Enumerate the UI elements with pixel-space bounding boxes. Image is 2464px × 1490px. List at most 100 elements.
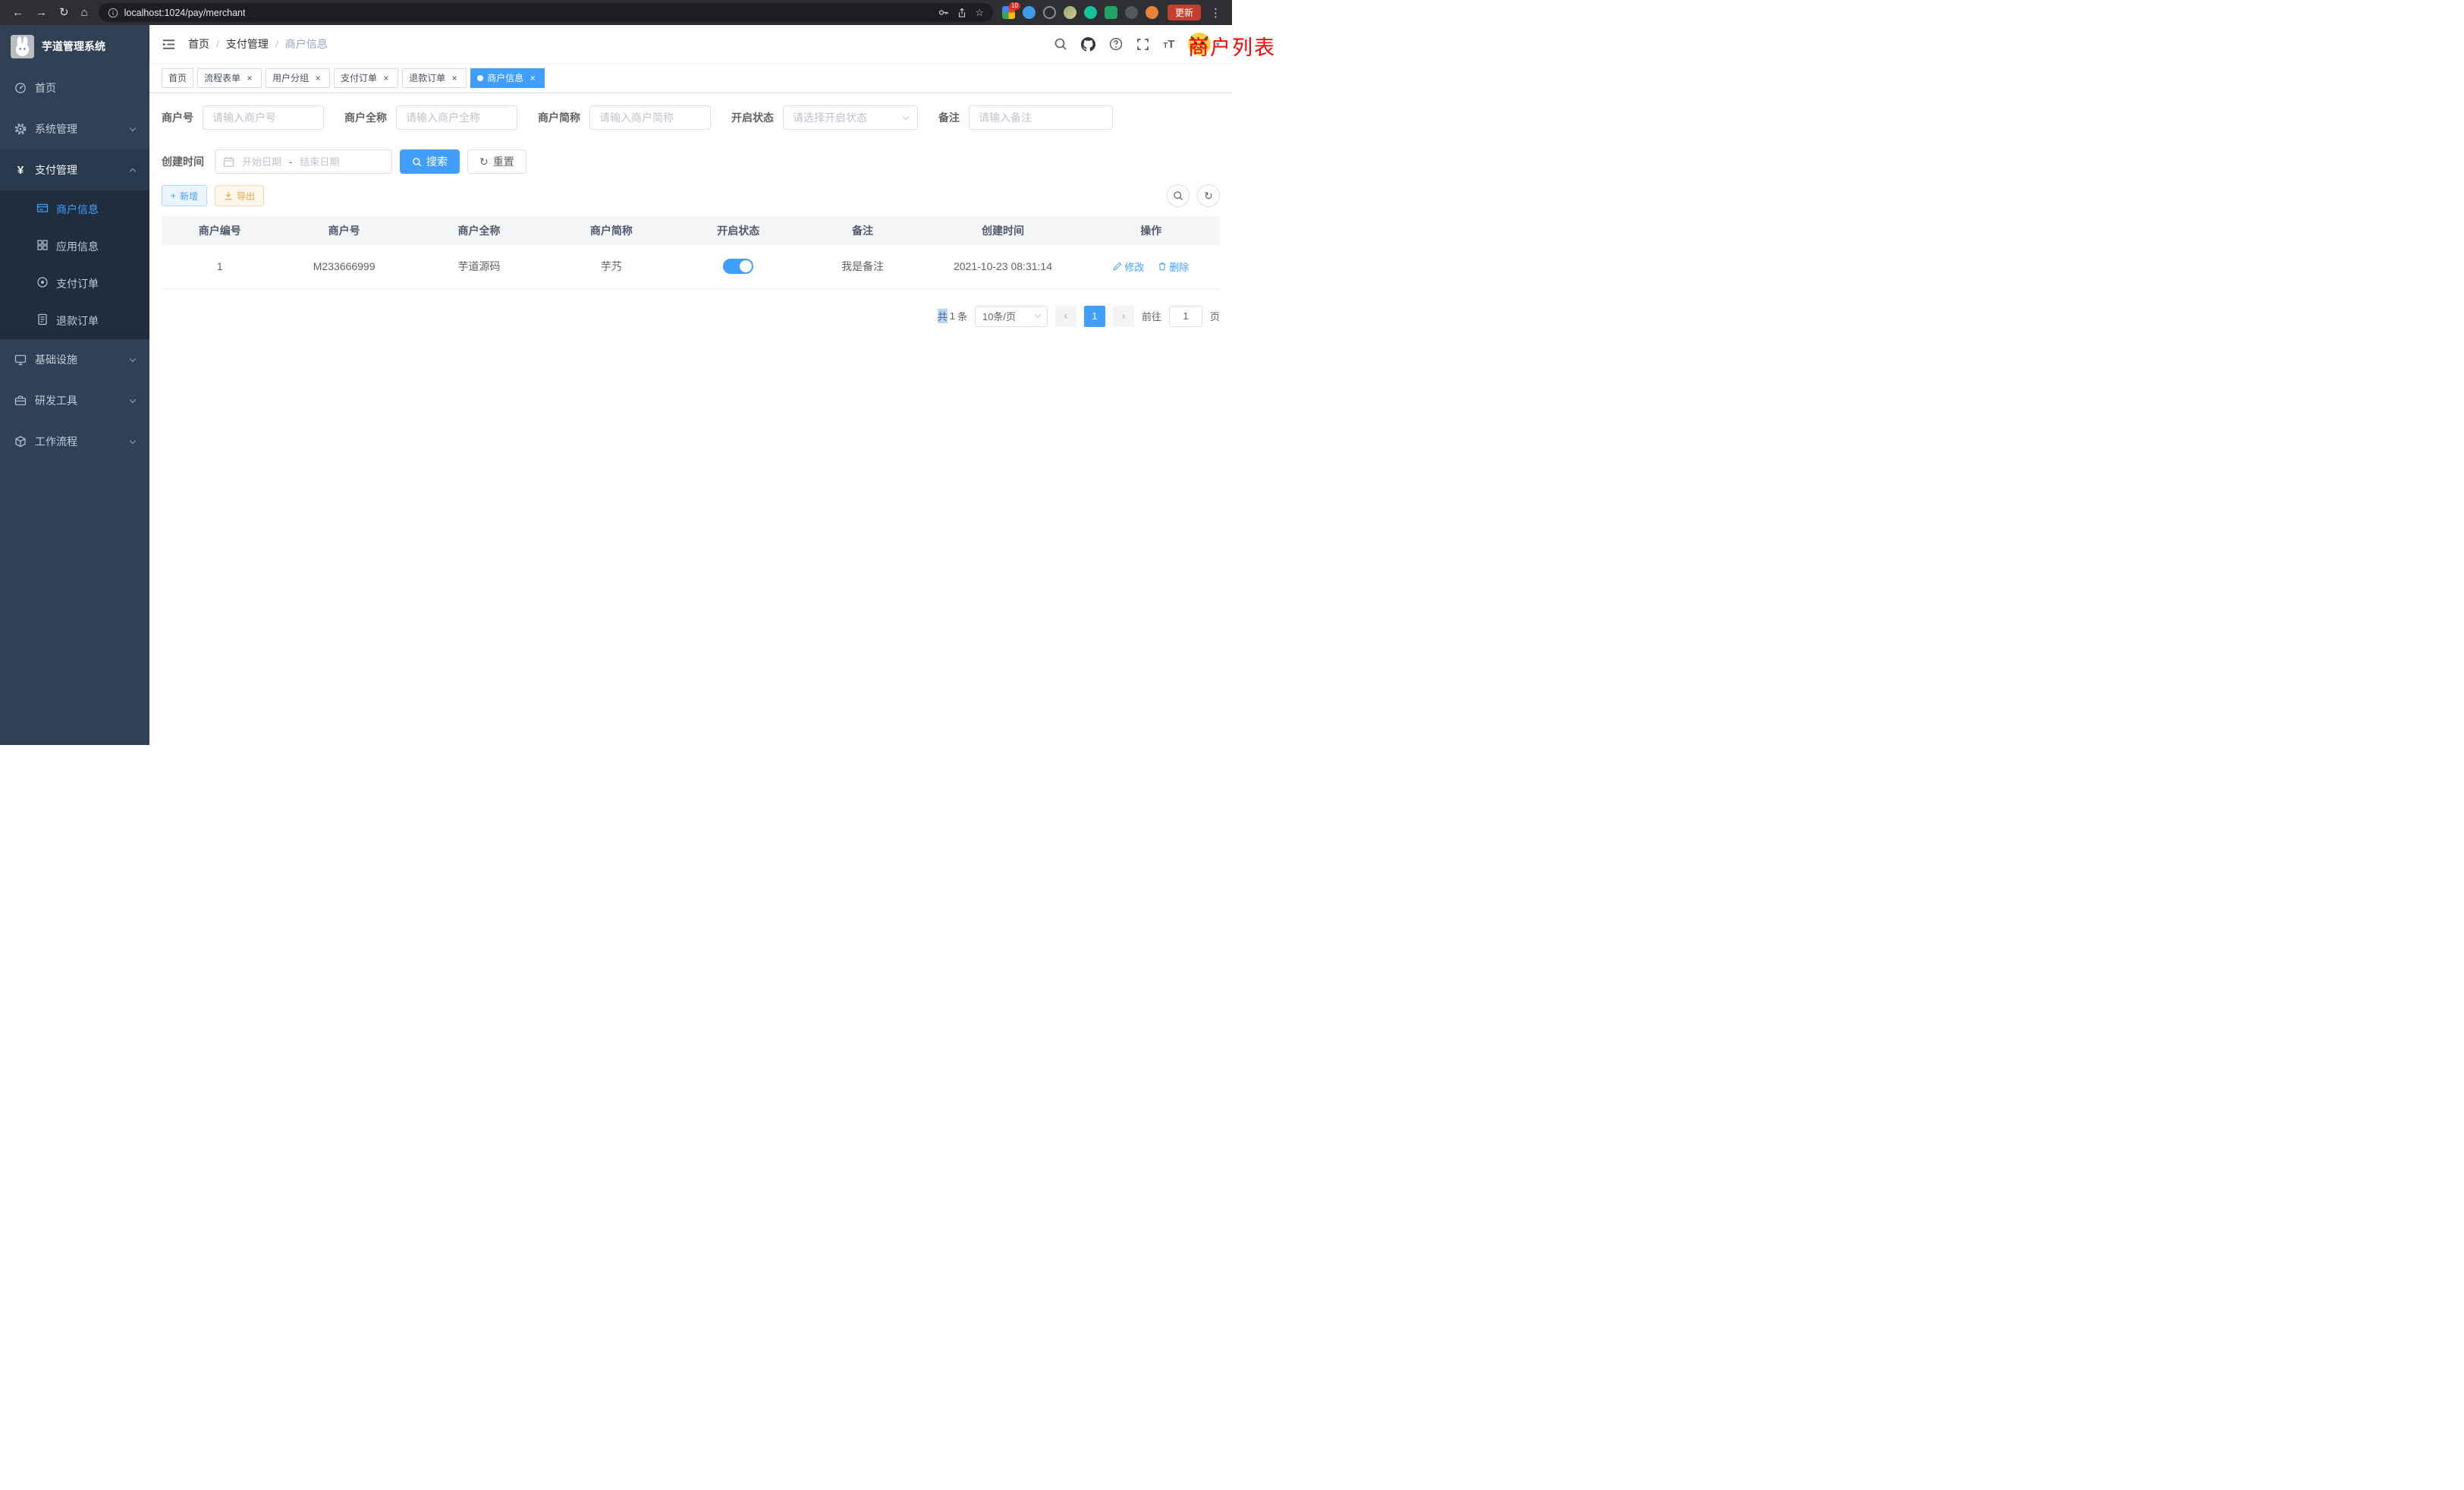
- breadcrumb-item[interactable]: 首页: [188, 36, 209, 52]
- merchant-no-input[interactable]: [203, 105, 324, 130]
- page-number-1[interactable]: 1: [1084, 306, 1105, 327]
- topbar: 首页 / 支付管理 / 商户信息 TT: [149, 25, 1232, 63]
- plus-icon: +: [171, 190, 176, 201]
- tab-merchant-info[interactable]: 商户信息 ×: [470, 68, 545, 88]
- browser-menu-icon[interactable]: ⋮: [1207, 6, 1224, 20]
- reload-icon[interactable]: ↻: [59, 7, 69, 18]
- status-select[interactable]: 请选择开启状态: [783, 105, 918, 130]
- date-start-input[interactable]: [237, 156, 286, 168]
- fullscreen-icon[interactable]: [1136, 38, 1149, 51]
- column-header: 操作: [1083, 216, 1220, 245]
- sidebar-item-system[interactable]: 系统管理: [0, 108, 149, 149]
- show-search-button[interactable]: [1167, 184, 1190, 207]
- total-count: 1: [950, 310, 955, 322]
- share-icon[interactable]: [957, 8, 967, 18]
- sidebar-item-merchant-info[interactable]: 商户信息: [0, 190, 149, 228]
- short-name-input[interactable]: [589, 105, 711, 130]
- password-key-icon[interactable]: [938, 7, 949, 18]
- sidebar-item-refund-order[interactable]: 退款订单: [0, 302, 149, 339]
- user-avatar[interactable]: [1188, 33, 1211, 55]
- column-header: 创建时间: [923, 216, 1082, 245]
- github-icon[interactable]: [1081, 37, 1095, 52]
- add-button[interactable]: + 新增: [162, 185, 207, 206]
- tab-close-icon[interactable]: ×: [244, 73, 255, 83]
- chevron-down-icon: [903, 113, 909, 119]
- next-page-button[interactable]: ›: [1113, 306, 1134, 327]
- extension-icon[interactable]: [1125, 6, 1138, 19]
- sidebar-item-home[interactable]: 首页: [0, 68, 149, 108]
- url-bar[interactable]: localhost:1024/pay/merchant ☆: [99, 3, 993, 22]
- extension-avatar-icon[interactable]: [1064, 6, 1076, 19]
- tab-close-icon[interactable]: ×: [313, 73, 323, 83]
- tab-payment-order[interactable]: 支付订单 ×: [334, 68, 398, 88]
- remark-input[interactable]: [969, 105, 1113, 130]
- goto-suffix: 页: [1210, 309, 1220, 323]
- sidebar-item-workflow[interactable]: 工作流程: [0, 421, 149, 462]
- extension-icon[interactable]: [1043, 6, 1056, 19]
- goto-page-input[interactable]: [1169, 306, 1202, 327]
- tab-user-group[interactable]: 用户分组 ×: [266, 68, 330, 88]
- cell-short-name: 芋艿: [548, 245, 674, 288]
- reset-button[interactable]: ↻ 重置: [467, 149, 526, 174]
- font-size-icon[interactable]: TT: [1163, 38, 1174, 51]
- collapse-menu-icon[interactable]: [162, 37, 176, 52]
- sidebar: 芋道管理系统 首页 系统管理 ¥ 支付管理: [0, 25, 149, 745]
- tab-home[interactable]: 首页: [162, 68, 193, 88]
- site-info-icon[interactable]: [108, 8, 118, 18]
- bookmark-star-icon[interactable]: ☆: [975, 7, 984, 19]
- breadcrumb-item[interactable]: 支付管理: [226, 36, 269, 52]
- sidebar-item-label: 工作流程: [35, 434, 77, 449]
- user-menu[interactable]: ▾: [1188, 33, 1220, 55]
- date-end-input[interactable]: [295, 156, 344, 168]
- app-title: 芋道管理系统: [42, 39, 105, 54]
- browser-update-button[interactable]: 更新: [1168, 5, 1201, 20]
- add-button-label: 新增: [180, 190, 198, 203]
- goto-label: 前往: [1142, 309, 1161, 323]
- full-name-input[interactable]: [396, 105, 517, 130]
- dashboard-icon: [14, 82, 27, 94]
- refresh-table-button[interactable]: ↻: [1197, 184, 1220, 207]
- sidebar-item-payment-order[interactable]: 支付订单: [0, 265, 149, 302]
- forward-icon[interactable]: →: [36, 7, 47, 18]
- sidebar-item-payment[interactable]: ¥ 支付管理: [0, 149, 149, 190]
- help-icon[interactable]: [1109, 37, 1123, 51]
- date-range-picker[interactable]: -: [215, 149, 392, 174]
- edit-link[interactable]: 修改: [1113, 259, 1144, 274]
- calendar-icon: [223, 156, 234, 168]
- tab-process-form[interactable]: 流程表单 ×: [197, 68, 262, 88]
- sidebar-item-infrastructure[interactable]: 基础设施: [0, 339, 149, 380]
- search-icon[interactable]: [1054, 37, 1067, 51]
- merchant-table: 商户编号 商户号 商户全称 商户简称 开启状态 备注 创建时间 操作 1 M23…: [162, 216, 1220, 289]
- active-tab-dot: [477, 75, 483, 81]
- status-toggle[interactable]: [723, 259, 753, 274]
- extension-icon[interactable]: [1023, 6, 1036, 19]
- pagination: 共 1 条 10条/页 ‹ 1 › 前往 页: [162, 306, 1220, 327]
- prev-page-button[interactable]: ‹: [1055, 306, 1076, 327]
- filter-label: 开启状态: [731, 110, 774, 125]
- back-icon[interactable]: ←: [12, 7, 24, 18]
- tab-close-icon[interactable]: ×: [527, 73, 538, 83]
- page-size-select[interactable]: 10条/页: [975, 306, 1048, 327]
- sidebar-item-app-info[interactable]: 应用信息: [0, 228, 149, 265]
- extension-icon[interactable]: 10: [1002, 6, 1015, 19]
- sidebar-item-label: 应用信息: [56, 239, 99, 254]
- home-icon[interactable]: ⌂: [81, 7, 88, 18]
- sidebar-item-label: 退款订单: [56, 313, 99, 328]
- export-button[interactable]: 导出: [215, 185, 264, 206]
- tab-refund-order[interactable]: 退款订单 ×: [402, 68, 467, 88]
- export-button-label: 导出: [237, 190, 255, 203]
- extension-icon[interactable]: [1084, 6, 1097, 19]
- extension-icon[interactable]: [1105, 6, 1117, 19]
- sidebar-item-dev-tools[interactable]: 研发工具: [0, 380, 149, 421]
- tab-close-icon[interactable]: ×: [449, 73, 460, 83]
- select-placeholder: 请选择开启状态: [793, 110, 867, 125]
- total-prefix: 共: [938, 309, 948, 323]
- cell-full-name: 芋道源码: [410, 245, 548, 288]
- sidebar-logo[interactable]: 芋道管理系统: [0, 25, 149, 68]
- delete-link[interactable]: 删除: [1158, 259, 1189, 274]
- filter-label: 创建时间: [162, 154, 204, 169]
- refresh-icon: ↻: [479, 156, 489, 168]
- tab-close-icon[interactable]: ×: [381, 73, 391, 83]
- extension-avatar-icon[interactable]: [1146, 6, 1158, 19]
- search-button[interactable]: 搜索: [400, 149, 460, 174]
